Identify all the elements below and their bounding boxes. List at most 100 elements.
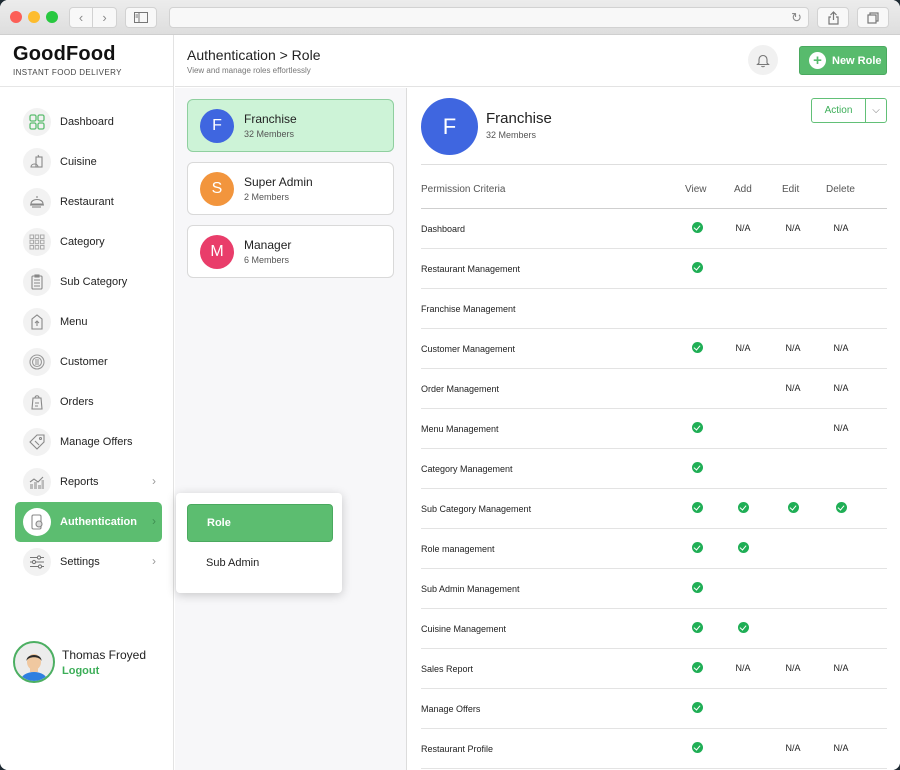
new-role-label: New Role: [832, 54, 882, 67]
table-row: Sub Admin Management: [421, 569, 887, 609]
permission-add-cell[interactable]: [723, 502, 763, 516]
permission-delete-cell: N/A: [833, 343, 849, 353]
sidebar-item-menu[interactable]: Menu: [15, 302, 162, 342]
permission-add-cell[interactable]: [723, 542, 763, 556]
permission-view-cell[interactable]: [677, 342, 717, 356]
new-role-button[interactable]: + New Role: [799, 46, 887, 75]
permission-view-cell[interactable]: [677, 742, 717, 756]
sidebar: GoodFood INSTANT FOOD DELIVERY Dashboard…: [0, 35, 174, 770]
table-row: Menu Management N/A: [421, 409, 887, 449]
action-button[interactable]: Action: [812, 99, 866, 122]
restaurant-icon: [23, 188, 51, 216]
role-card-manager[interactable]: M Manager 6 Members: [187, 225, 394, 278]
menu-icon: [23, 308, 51, 336]
notifications-button[interactable]: [748, 45, 778, 75]
chevron-down-icon[interactable]: ⌵: [866, 99, 886, 122]
check-circle-icon: [691, 542, 703, 553]
share-icon: [827, 10, 839, 25]
sidebar-item-label: Manage Offers: [60, 436, 133, 448]
check-circle-icon: [691, 342, 703, 353]
permission-view-cell[interactable]: [677, 222, 717, 236]
share-button[interactable]: [817, 7, 849, 28]
zoom-window-button[interactable]: [46, 11, 58, 23]
dashboard-icon: [23, 108, 51, 136]
sidebar-item-label: Authentication: [60, 516, 137, 528]
permission-view-cell[interactable]: [677, 702, 717, 716]
sidebar-item-sub-category[interactable]: Sub Category: [15, 262, 162, 302]
sidebar-item-category[interactable]: Category: [15, 222, 162, 262]
check-circle-icon: [691, 742, 703, 753]
sidebar-item-reports[interactable]: Reports ›: [15, 462, 162, 502]
address-bar[interactable]: ↻: [169, 7, 809, 28]
permission-criteria: Category Management: [421, 464, 513, 474]
permission-edit-cell[interactable]: [773, 502, 813, 516]
check-circle-icon: [737, 502, 749, 513]
submenu-item-role[interactable]: Role: [187, 504, 333, 542]
sidebar-item-label: Menu: [60, 316, 88, 328]
minimize-window-button[interactable]: [28, 11, 40, 23]
permission-view-cell[interactable]: [677, 502, 717, 516]
table-row: Restaurant Management: [421, 249, 887, 289]
permission-criteria: Menu Management: [421, 424, 499, 434]
permission-view-cell[interactable]: [677, 662, 717, 676]
sidebar-item-restaurant[interactable]: Restaurant: [15, 182, 162, 222]
sidebar-item-orders[interactable]: Orders: [15, 382, 162, 422]
sidebar-item-settings[interactable]: Settings ›: [15, 542, 162, 582]
sidebar-item-authentication[interactable]: Authentication ›: [15, 502, 162, 542]
permission-view-cell[interactable]: [677, 262, 717, 276]
browser-window: ‹ › ↻ GoodFood INSTANT FOOD DELIVERY Das…: [0, 0, 900, 770]
permission-delete-cell: N/A: [833, 223, 849, 233]
submenu-item-sub-admin[interactable]: Sub Admin: [187, 544, 333, 582]
sidebar-item-cuisine[interactable]: Cuisine: [15, 142, 162, 182]
sidebar-toggle-button[interactable]: [125, 7, 157, 28]
permission-add-cell: N/A: [735, 343, 751, 353]
permission-view-cell[interactable]: [677, 542, 717, 556]
sidebar-item-customer[interactable]: Customer: [15, 342, 162, 382]
check-circle-icon: [787, 502, 799, 513]
sidebar-nav: Dashboard Cuisine Restaurant Category Sub Ca…: [15, 102, 162, 582]
permission-view-cell[interactable]: [677, 622, 717, 636]
browser-toolbar: ‹ › ↻: [0, 0, 900, 35]
check-circle-icon: [691, 222, 703, 233]
avatar[interactable]: [13, 641, 55, 683]
permission-edit-cell: N/A: [785, 383, 801, 393]
chevron-left-icon: ‹: [78, 10, 84, 25]
permission-add-cell: N/A: [735, 663, 751, 673]
check-circle-icon: [691, 262, 703, 273]
table-row: Sales Report N/A N/A N/A: [421, 649, 887, 689]
permission-criteria: Manage Offers: [421, 704, 481, 714]
table-row: Sub Category Management: [421, 489, 887, 529]
permission-add-cell[interactable]: [723, 622, 763, 636]
permission-criteria: Restaurant Management: [421, 264, 521, 274]
permissions-table-body: Dashboard N/A N/A N/A Restaurant Management F…: [421, 209, 887, 769]
show-tabs-button[interactable]: [857, 7, 889, 28]
table-row: Manage Offers: [421, 689, 887, 729]
table-row: Cuisine Management: [421, 609, 887, 649]
sidebar-item-label: Cuisine: [60, 156, 97, 168]
sidebar-item-manage-offers[interactable]: Manage Offers: [15, 422, 162, 462]
sidebar-item-dashboard[interactable]: Dashboard: [15, 102, 162, 142]
close-window-button[interactable]: [10, 11, 22, 23]
permission-view-cell[interactable]: [677, 462, 717, 476]
reload-icon[interactable]: ↻: [791, 10, 802, 26]
check-circle-icon: [691, 422, 703, 433]
sidebar-item-label: Dashboard: [60, 116, 114, 128]
bell-icon: [756, 54, 770, 67]
back-button[interactable]: ‹: [69, 7, 93, 28]
role-card-franchise[interactable]: F Franchise 32 Members: [187, 99, 394, 152]
brand-tagline: INSTANT FOOD DELIVERY: [13, 68, 122, 77]
role-list: F Franchise 32 Members S Super Admin 2 Member…: [175, 88, 407, 770]
role-card-super-admin[interactable]: S Super Admin 2 Members: [187, 162, 394, 215]
table-row: Dashboard N/A N/A N/A: [421, 209, 887, 249]
permission-view-cell[interactable]: [677, 422, 717, 436]
permission-delete-cell[interactable]: [821, 502, 861, 516]
orders-icon: [23, 388, 51, 416]
permission-view-cell[interactable]: [677, 582, 717, 596]
plus-icon: +: [809, 52, 826, 69]
customer-icon: [23, 348, 51, 376]
table-row: Restaurant Profile N/A N/A: [421, 729, 887, 769]
action-dropdown[interactable]: Action ⌵: [811, 98, 887, 123]
forward-button[interactable]: ›: [93, 7, 117, 28]
sidebar-item-label: Reports: [60, 476, 99, 488]
logout-link[interactable]: Logout: [62, 665, 146, 677]
